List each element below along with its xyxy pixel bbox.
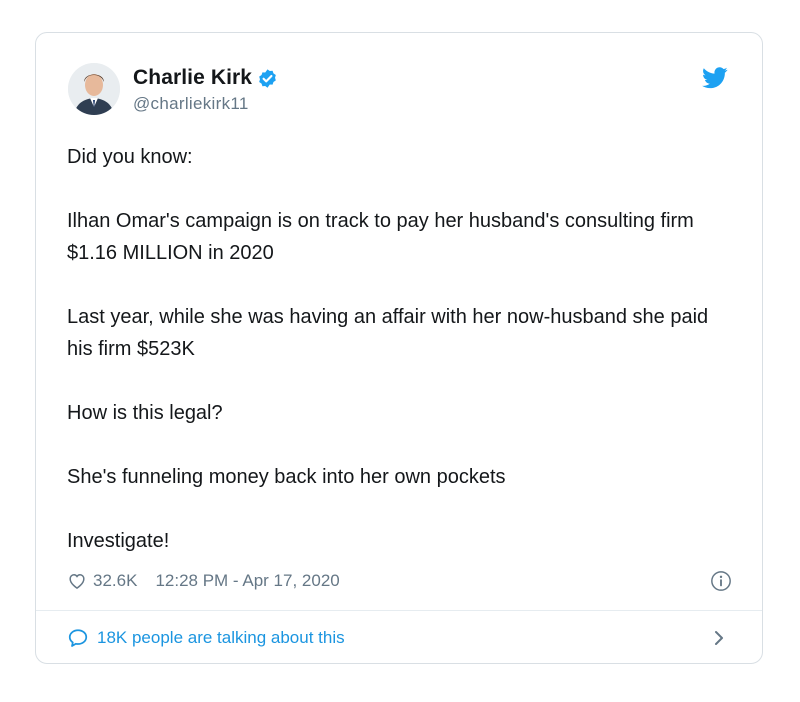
twitter-bird-icon[interactable] (702, 67, 728, 89)
tweet-paragraph: Ilhan Omar's campaign is on track to pay… (67, 210, 694, 264)
verified-badge-icon (259, 68, 276, 88)
conversation-link[interactable]: 18K people are talking about this (67, 625, 345, 651)
tweet-card[interactable]: Charlie Kirk @charliekirk11 Did you know… (35, 32, 763, 664)
author-handle[interactable]: @charliekirk11 (133, 94, 249, 114)
tweet-meta: 32.6K 12:28 PM - Apr 17, 2020 (67, 569, 340, 593)
tweet-paragraph: She's funneling money back into her own … (67, 466, 506, 488)
tweet-paragraph: Investigate! (67, 530, 170, 552)
timestamp[interactable]: 12:28 PM - Apr 17, 2020 (155, 571, 339, 591)
avatar-image (68, 63, 120, 115)
author-name[interactable]: Charlie Kirk (133, 66, 252, 90)
avatar[interactable] (68, 63, 120, 115)
chevron-right-icon[interactable] (712, 629, 726, 647)
speech-bubble-icon (68, 629, 88, 647)
tweet-paragraph: How is this legal? (67, 402, 223, 424)
tweet-text: Did you know: Ilhan Omar's campaign is o… (67, 141, 737, 557)
tweet-paragraph: Did you know: (67, 146, 193, 168)
info-icon[interactable] (710, 570, 732, 592)
like-count[interactable]: 32.6K (93, 571, 137, 591)
divider (36, 610, 762, 611)
heart-icon[interactable] (67, 571, 87, 591)
tweet-paragraph: Last year, while she was having an affai… (67, 306, 709, 360)
talking-count-label[interactable]: 18K people are talking about this (97, 628, 345, 648)
